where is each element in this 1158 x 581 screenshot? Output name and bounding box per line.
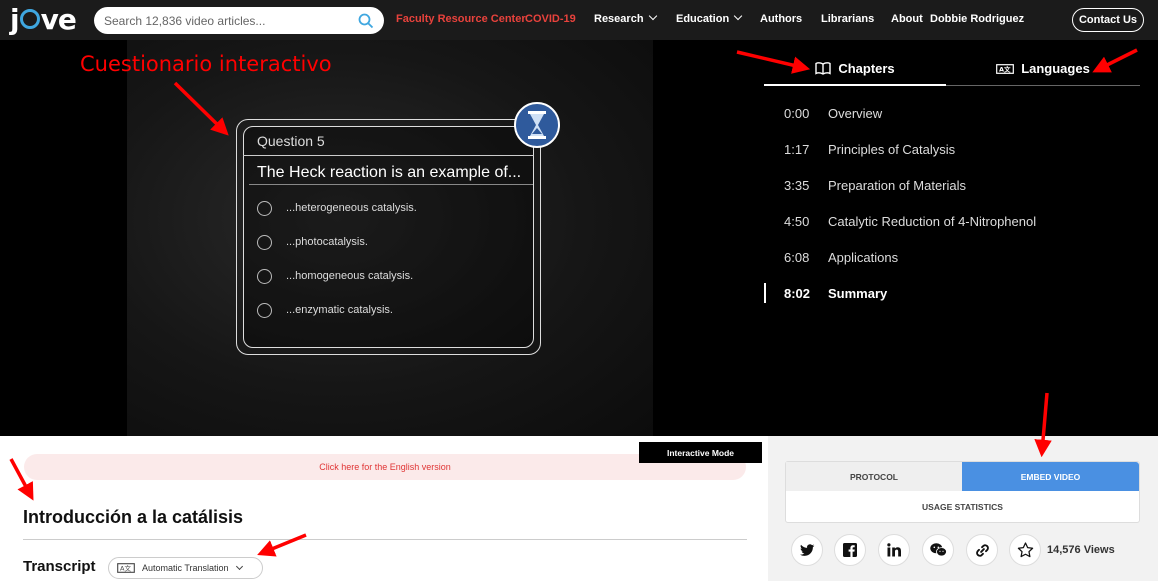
english-version-link[interactable]: Click here for the English version [24,454,746,480]
top-navigation: jve Faculty Resource Center COVID-19 Res… [0,0,1158,40]
search-input[interactable] [104,13,358,28]
linkedin-icon[interactable] [878,534,910,566]
chapter-title: Overview [828,105,883,121]
hourglass-icon [514,102,560,148]
nav-research[interactable]: Research [594,11,657,25]
tab-languages-label: Languages [1021,61,1090,76]
interactive-mode-button[interactable]: Interactive Mode [639,442,762,463]
nav-faculty-resource-center[interactable]: Faculty Resource Center [396,13,526,25]
view-count: 14,576 Views [1047,544,1115,556]
chapter-time: 1:17 [784,141,810,157]
chevron-down-icon [733,11,743,21]
radio-button[interactable] [257,200,272,216]
radio-button[interactable] [257,302,272,318]
nav-librarians[interactable]: Librarians [821,13,874,25]
star-icon[interactable] [1009,534,1041,566]
tab-chapters-label: Chapters [838,60,895,76]
nav-covid-19[interactable]: COVID-19 [525,13,576,25]
link-icon[interactable] [966,534,998,566]
chapter-title: Catalytic Reduction of 4-Nitrophenol [828,213,1037,229]
language-icon: A文 [117,563,135,573]
usage-statistics-button[interactable]: USAGE STATISTICS [786,492,1139,521]
nav-authors[interactable]: Authors [760,13,802,25]
nav-research-label: Research [594,13,644,25]
chapter-title: Preparation of Materials [828,177,967,193]
book-icon [815,61,832,75]
svg-text:A文: A文 [120,564,131,573]
facebook-icon[interactable] [834,534,866,566]
search-icon[interactable] [358,13,374,29]
chapter-item-active[interactable]: 8:02 Summary [764,283,887,303]
question-text: The Heck reaction is an example of... [257,164,522,181]
transcript-heading: Transcript [23,558,96,575]
quiz-option[interactable]: ...homogeneous catalysis. [257,267,413,285]
article-title: Introducción a la catálisis [23,507,244,527]
video-player[interactable] [0,40,1158,436]
embed-video-button[interactable]: EMBED VIDEO [962,462,1139,491]
jove-logo[interactable]: j ve [10,4,80,36]
quiz-option[interactable]: ...enzymatic catalysis. [257,301,393,319]
nav-education-label: Education [676,13,730,25]
quiz-option-label: ...photocatalysis. [286,236,368,248]
chapter-time: 8:02 [784,285,811,301]
chapter-title: Principles of Catalysis [828,141,956,157]
chapter-time: 0:00 [784,105,810,121]
chapter-title: Applications [828,249,899,265]
translation-select-label: Automatic Translation [142,563,229,573]
language-icon: A文 [996,63,1015,74]
chapter-item[interactable]: 0:00 Overview [764,103,882,123]
tab-chapters[interactable]: Chapters [764,52,946,86]
page: jve Faculty Resource Center COVID-19 Res… [0,0,1158,581]
nav-user-account[interactable]: Dobbie Rodriguez [930,13,1024,25]
active-chapter-marker [764,283,766,303]
chapter-item[interactable]: 3:35 Preparation of Materials [764,175,966,195]
quiz-option-label: ...homogeneous catalysis. [286,270,414,282]
quiz-option[interactable]: ...photocatalysis. [257,233,368,251]
quiz-option[interactable]: ...heterogeneous catalysis. [257,199,417,217]
twitter-icon[interactable] [791,534,823,566]
chapter-item[interactable]: 4:50 Catalytic Reduction of 4-Nitropheno… [764,211,1036,231]
wechat-icon[interactable] [922,534,954,566]
content-divider [23,539,747,540]
search-bar[interactable] [94,7,384,34]
question-number: Question 5 [257,133,325,149]
chapter-time: 3:35 [784,177,810,193]
nav-education[interactable]: Education [676,11,743,25]
quiz-divider [249,184,533,185]
contact-us-button[interactable]: Contact Us [1072,8,1144,32]
translation-select[interactable]: A文 Automatic Translation [108,557,263,579]
tab-languages[interactable]: A文 Languages [946,52,1140,86]
chapter-time: 6:08 [784,249,810,265]
chapter-item[interactable]: 6:08 Applications [764,247,898,267]
radio-button[interactable] [257,268,272,284]
chevron-down-icon [648,11,657,21]
radio-button[interactable] [257,234,272,250]
nav-about[interactable]: About [891,13,923,25]
svg-text:A文: A文 [999,64,1011,73]
quiz-option-label: ...enzymatic catalysis. [286,304,393,316]
quiz-divider [243,155,534,156]
chapter-item[interactable]: 1:17 Principles of Catalysis [764,139,955,159]
chapter-title: Summary [828,285,888,301]
quiz-option-label: ...heterogeneous catalysis. [286,202,417,214]
chapter-time: 4:50 [784,213,810,229]
quiz-callout-annotation: Cuestionario interactivo [80,52,332,76]
protocol-button[interactable]: PROTOCOL [786,462,962,491]
chevron-down-icon [235,562,243,570]
